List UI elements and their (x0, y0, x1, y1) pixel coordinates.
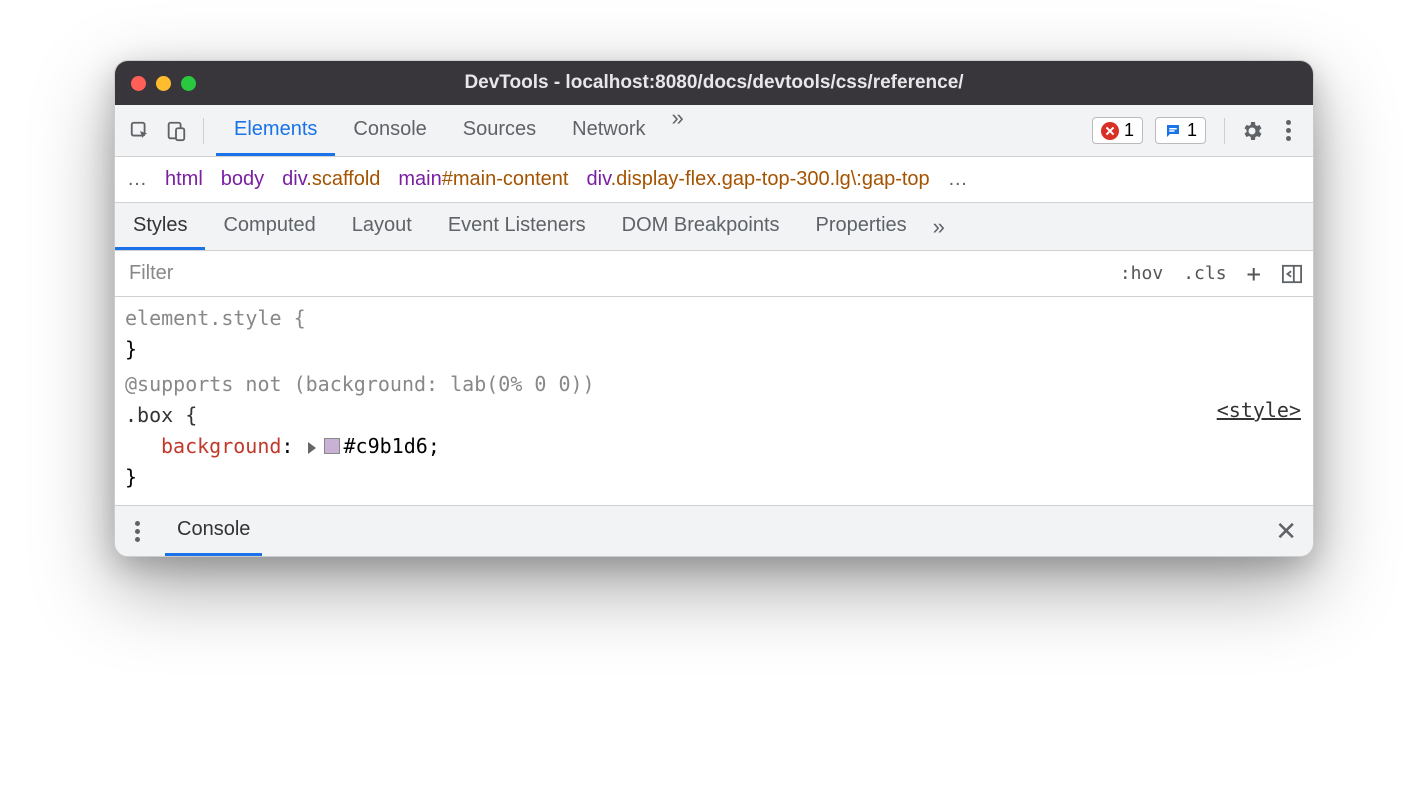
subtab-properties[interactable]: Properties (798, 203, 925, 250)
subtab-layout[interactable]: Layout (334, 203, 430, 250)
subtab-dom-breakpoints[interactable]: DOM Breakpoints (604, 203, 798, 250)
device-toolbar-icon[interactable] (161, 116, 191, 146)
separator (1224, 118, 1225, 144)
message-icon (1164, 122, 1182, 140)
color-swatch[interactable] (324, 438, 340, 454)
styles-filter-input[interactable] (115, 262, 1110, 285)
main-tabs: Elements Console Sources Network » (216, 105, 692, 156)
breadcrumb-item[interactable]: main#main-content (398, 168, 568, 191)
subtab-computed[interactable]: Computed (205, 203, 333, 250)
minimize-window-button[interactable] (156, 76, 171, 91)
error-count-badge[interactable]: 1 (1092, 117, 1143, 144)
tab-elements[interactable]: Elements (216, 105, 335, 156)
styles-subtabs: Styles Computed Layout Event Listeners D… (115, 203, 1313, 251)
close-brace: } (125, 334, 1303, 365)
computed-sidebar-toggle-icon[interactable] (1271, 251, 1313, 296)
breadcrumb-item[interactable]: body (221, 168, 264, 191)
tab-console[interactable]: Console (335, 105, 444, 156)
css-declaration[interactable]: background: #c9b1d6; (125, 431, 1303, 462)
breadcrumb-overflow-right[interactable]: … (948, 168, 968, 191)
drawer: Console ✕ (115, 506, 1313, 556)
error-count: 1 (1124, 120, 1134, 141)
message-count-badge[interactable]: 1 (1155, 117, 1206, 144)
new-style-rule-button[interactable]: + (1237, 251, 1271, 296)
window-controls (131, 76, 196, 91)
element-style-header[interactable]: element.style { (125, 303, 1303, 334)
maximize-window-button[interactable] (181, 76, 196, 91)
settings-icon[interactable] (1237, 116, 1267, 146)
breadcrumb-item[interactable]: div.scaffold (282, 168, 380, 191)
hov-toggle[interactable]: :hov (1110, 251, 1173, 296)
titlebar: DevTools - localhost:8080/docs/devtools/… (115, 61, 1313, 105)
tab-network[interactable]: Network (554, 105, 663, 156)
breadcrumb-overflow-left[interactable]: … (127, 168, 147, 191)
more-tabs-icon[interactable]: » (664, 105, 692, 156)
inspect-element-icon[interactable] (125, 116, 155, 146)
subtab-event-listeners[interactable]: Event Listeners (430, 203, 604, 250)
drawer-menu-icon[interactable] (125, 516, 153, 546)
error-icon (1101, 122, 1119, 140)
more-subtabs-icon[interactable]: » (925, 214, 953, 240)
tab-sources[interactable]: Sources (445, 105, 554, 156)
expand-shorthand-icon[interactable] (308, 442, 316, 454)
separator (203, 118, 204, 144)
breadcrumb-item[interactable]: div.display-flex.gap-top-300.lg\:gap-top (587, 168, 930, 191)
kebab-menu-icon[interactable] (1273, 116, 1303, 146)
drawer-close-icon[interactable]: ✕ (1269, 516, 1303, 547)
drawer-tab-console[interactable]: Console (165, 506, 262, 556)
window-title: DevTools - localhost:8080/docs/devtools/… (115, 72, 1313, 94)
property-name[interactable]: background (161, 434, 281, 458)
subtab-styles[interactable]: Styles (115, 203, 205, 250)
supports-query[interactable]: @supports not (background: lab(0% 0 0)) (125, 372, 595, 396)
styles-pane: element.style { } @supports not (backgro… (115, 297, 1313, 506)
message-count: 1 (1187, 120, 1197, 141)
source-link[interactable]: <style> (1217, 395, 1301, 426)
property-value[interactable]: #c9b1d6 (344, 434, 428, 458)
css-rule: @supports not (background: lab(0% 0 0)) … (125, 369, 1303, 493)
breadcrumb: … html body div.scaffold main#main-conte… (115, 157, 1313, 203)
devtools-window: DevTools - localhost:8080/docs/devtools/… (114, 60, 1314, 557)
selector[interactable]: .box { (125, 400, 1303, 431)
close-brace: } (125, 462, 1303, 493)
breadcrumb-item[interactable]: html (165, 168, 203, 191)
styles-filter-bar: :hov .cls + (115, 251, 1313, 297)
main-toolbar: Elements Console Sources Network » 1 1 (115, 105, 1313, 157)
cls-toggle[interactable]: .cls (1173, 251, 1236, 296)
close-window-button[interactable] (131, 76, 146, 91)
